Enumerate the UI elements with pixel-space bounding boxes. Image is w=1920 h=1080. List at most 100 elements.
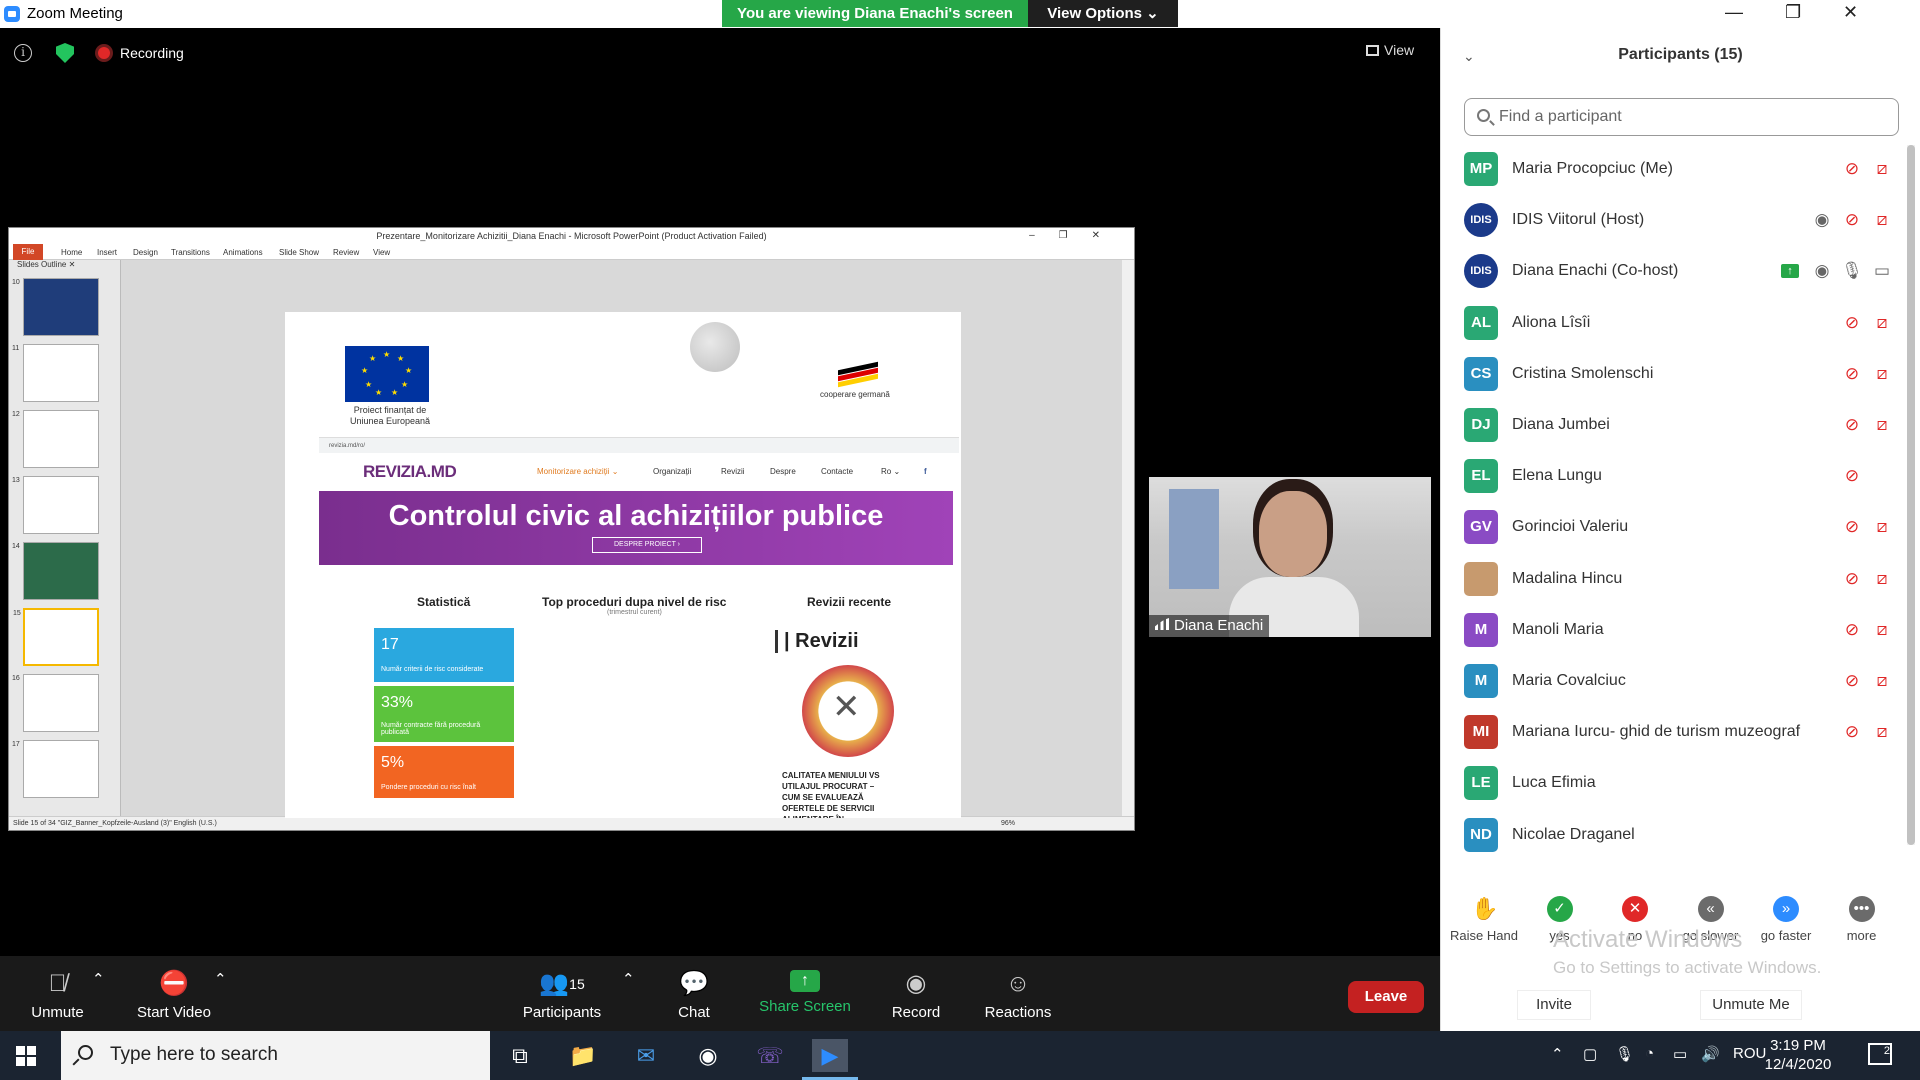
zoom-taskbar-icon[interactable]: ▶: [802, 1039, 858, 1080]
participant-row[interactable]: CS Cristina Smolenschi ⊘ ⧄: [1441, 350, 1909, 401]
taskbar-search-input[interactable]: Type here to search: [61, 1031, 490, 1080]
participant-list: MP Maria Procopciuc (Me) ⊘ ⧄ IDIS IDIS Viitor…: [1441, 145, 1909, 865]
camera-off-icon[interactable]: ⧄: [1871, 517, 1893, 537]
leave-button[interactable]: Leave: [1348, 981, 1424, 1013]
info-icon[interactable]: i: [14, 44, 32, 62]
participant-row[interactable]: MP Maria Procopciuc (Me) ⊘ ⧄: [1441, 145, 1909, 196]
chat-button[interactable]: 💬 Chat: [673, 970, 715, 1021]
mic-on-icon[interactable]: 🎙: [1841, 261, 1863, 281]
speaker-video[interactable]: Diana Enachi: [1149, 477, 1431, 637]
mic-muted-icon[interactable]: ⊘: [1841, 517, 1863, 537]
start-video-button[interactable]: ⛔ Start Video: [134, 970, 214, 1021]
camera-off-icon[interactable]: ⧄: [1871, 313, 1893, 333]
participant-row[interactable]: DJ Diana Jumbei ⊘ ⧄: [1441, 401, 1909, 452]
participant-row[interactable]: EL Elena Lungu ⊘: [1441, 452, 1909, 503]
encryption-shield-icon[interactable]: [56, 43, 74, 63]
participant-list-scrollbar[interactable]: [1907, 145, 1915, 845]
stat-card: 17 Număr criterii de risc considerate: [374, 628, 514, 682]
avatar: DJ: [1464, 408, 1498, 442]
participant-row[interactable]: IDIS Diana Enachi (Co-host) ↑ ◉ 🎙 ▭: [1441, 247, 1909, 298]
notification-center-icon[interactable]: 2: [1868, 1043, 1892, 1065]
windows-start-icon[interactable]: [16, 1046, 36, 1066]
ppt-status-text: Slide 15 of 34 "GIZ_Banner_Kopfzeile-Aus…: [13, 820, 217, 827]
meet-now-icon[interactable]: ▢: [1583, 1045, 1597, 1063]
reactions-label: Reactions: [984, 1004, 1052, 1021]
taskbar-clock[interactable]: 3:19 PM 12/4/2020: [1758, 1036, 1838, 1074]
mail-icon[interactable]: ✉: [628, 1039, 664, 1072]
reaction-more-button[interactable]: ••• more: [1827, 896, 1897, 943]
ppt-window-controls: –❐✕: [1029, 230, 1124, 241]
view-button[interactable]: View: [1366, 42, 1414, 58]
ppt-scrollbar: [1122, 260, 1134, 818]
viber-icon[interactable]: ☏: [752, 1039, 788, 1072]
ppt-window-title: Prezentare_Monitorizare Achizitii_Diana …: [9, 228, 1134, 244]
mic-muted-icon[interactable]: ⊘: [1841, 671, 1863, 691]
revizii-title: | Revizii: [775, 630, 859, 653]
reactions-button[interactable]: ☺ Reactions: [982, 970, 1054, 1021]
participant-name: Nicolae Draganel: [1512, 825, 1635, 843]
participant-row[interactable]: AL Aliona Lîsîi ⊘ ⧄: [1441, 299, 1909, 350]
mic-muted-icon[interactable]: ⊘: [1841, 569, 1863, 589]
close-icon[interactable]: ✕: [1843, 2, 1858, 23]
volume-icon[interactable]: 🔊: [1701, 1045, 1720, 1063]
participant-row[interactable]: LE Luca Efimia: [1441, 759, 1909, 810]
reaction-label: more: [1846, 928, 1877, 943]
camera-off-icon[interactable]: ⧄: [1871, 569, 1893, 589]
participant-row[interactable]: M Manoli Maria ⊘ ⧄: [1441, 606, 1909, 657]
mic-muted-icon[interactable]: ⊘: [1841, 159, 1863, 179]
ppt-panel-tabs: Slides Outline ✕: [17, 260, 76, 269]
chrome-icon[interactable]: ◉: [690, 1039, 726, 1072]
camera-off-icon[interactable]: ⧄: [1871, 722, 1893, 742]
record-button[interactable]: ◉ Record: [890, 970, 942, 1021]
unmute-me-button[interactable]: Unmute Me: [1700, 990, 1802, 1020]
unmute-button[interactable]: 🎙̸ Unmute: [30, 970, 85, 1021]
show-hidden-icons-chevron-icon[interactable]: ⌃: [1551, 1045, 1564, 1063]
network-icon[interactable]: ◔: [1645, 1045, 1654, 1062]
participant-row[interactable]: GV Gorincioi Valeriu ⊘ ⧄: [1441, 503, 1909, 554]
participant-row[interactable]: IDIS IDIS Viitorul (Host) ◉ ⊘ ⧄: [1441, 196, 1909, 247]
avatar: IDIS: [1464, 203, 1498, 238]
participant-row[interactable]: Madalina Hincu ⊘ ⧄: [1441, 555, 1909, 606]
reaction-raise-hand-button[interactable]: ✋ Raise Hand: [1449, 896, 1519, 943]
find-participant-input[interactable]: Find a participant: [1464, 98, 1899, 136]
video-options-caret-icon[interactable]: ⌃: [214, 970, 227, 988]
participants-button[interactable]: 👥15 Participants: [520, 970, 604, 1021]
invite-button[interactable]: Invite: [1517, 990, 1591, 1020]
mic-muted-icon[interactable]: ⊘: [1841, 466, 1863, 486]
camera-off-icon[interactable]: ⧄: [1871, 364, 1893, 384]
audio-options-caret-icon[interactable]: ⌃: [92, 970, 105, 988]
participant-row[interactable]: MI Mariana Iurcu- ghid de turism muzeogra…: [1441, 708, 1909, 759]
revizii-article-text: CALITATEA MENIULUI VS UTILAJUL PROCURAT …: [782, 771, 880, 818]
mic-muted-icon[interactable]: ⊘: [1841, 364, 1863, 384]
mic-muted-icon[interactable]: ⊘: [1841, 620, 1863, 640]
maximize-icon[interactable]: ❐: [1785, 2, 1801, 23]
camera-off-icon[interactable]: ⧄: [1871, 671, 1893, 691]
participant-row[interactable]: ND Nicolae Draganel: [1441, 811, 1909, 862]
speaker-name: Diana Enachi: [1174, 617, 1264, 634]
camera-off-icon[interactable]: ⧄: [1871, 415, 1893, 435]
minimize-icon[interactable]: —: [1725, 2, 1743, 23]
view-options-button[interactable]: View Options ⌄: [1028, 0, 1178, 27]
avatar: EL: [1464, 459, 1498, 494]
ppt-tab-transitions: Transitions: [171, 248, 210, 257]
participant-row[interactable]: M Maria Covalciuc ⊘ ⧄: [1441, 657, 1909, 708]
facebook-icon: f: [924, 467, 927, 476]
battery-icon[interactable]: ▭: [1673, 1045, 1687, 1063]
recording-label: Recording: [120, 45, 184, 61]
background-poster: [1169, 489, 1219, 589]
task-view-icon[interactable]: ⧉: [502, 1039, 538, 1072]
mic-muted-icon[interactable]: ⊘: [1841, 722, 1863, 742]
record-icon: ◉: [905, 970, 927, 997]
mic-muted-icon[interactable]: ⊘: [1841, 210, 1863, 230]
microphone-tray-icon[interactable]: 🎙: [1615, 1045, 1634, 1063]
share-screen-button[interactable]: ↑ Share Screen: [759, 970, 851, 1015]
participants-caret-icon[interactable]: ⌃: [622, 970, 635, 988]
file-explorer-icon[interactable]: 📁: [565, 1039, 601, 1072]
mic-muted-icon[interactable]: ⊘: [1841, 415, 1863, 435]
camera-on-icon[interactable]: ▭: [1871, 261, 1893, 281]
camera-off-icon[interactable]: ⧄: [1871, 159, 1893, 179]
mic-muted-icon[interactable]: ⊘: [1841, 313, 1863, 333]
participant-name: Madalina Hincu: [1512, 569, 1623, 587]
camera-off-icon[interactable]: ⧄: [1871, 620, 1893, 640]
camera-off-icon[interactable]: ⧄: [1871, 210, 1893, 230]
